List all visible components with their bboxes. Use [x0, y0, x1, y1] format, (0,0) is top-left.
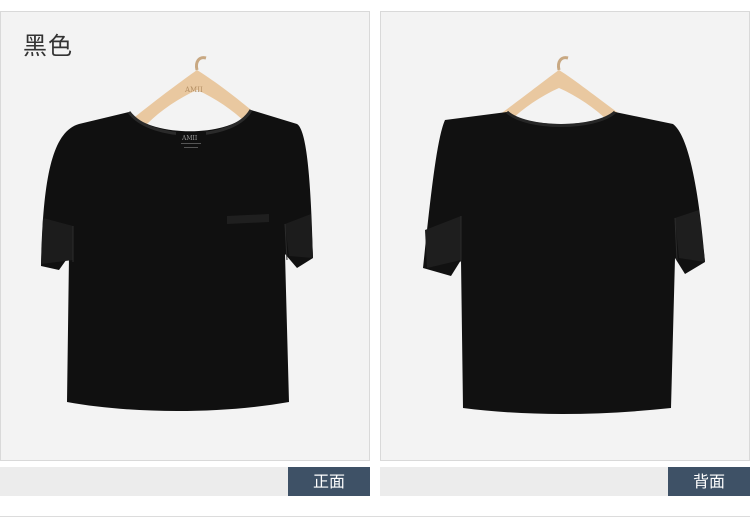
hanger-brand-text: AMII [184, 86, 203, 94]
back-view-label: 背面 [668, 467, 750, 496]
back-label-bar: 背面 [380, 467, 750, 496]
bottom-divider [0, 516, 750, 517]
neck-tag-brand: AMII [181, 135, 198, 142]
back-view-panel [380, 11, 750, 461]
front-tshirt-image: AMII AMII [41, 56, 313, 411]
front-view-label: 正面 [288, 467, 370, 496]
front-view-panel: AMII AMII 黑色 [0, 11, 370, 461]
color-title: 黑色 [23, 32, 73, 60]
back-tshirt-image [423, 56, 705, 414]
front-label-bar: 正面 [0, 467, 370, 496]
